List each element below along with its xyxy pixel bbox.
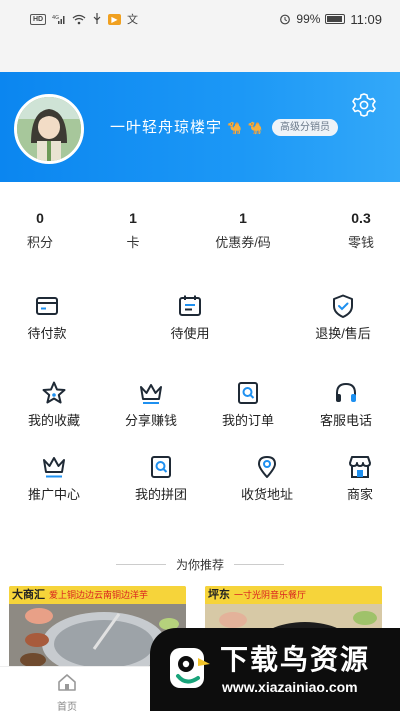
product-banner: 大商汇 爱上铜边边云南铜边洋芋 [9, 586, 186, 604]
battery-icon [325, 14, 346, 24]
stat-value: 1 [239, 210, 247, 226]
tab-home-label: 首页 [57, 702, 77, 711]
service-favorites[interactable]: 我的收藏 [9, 380, 99, 430]
status-left-icons: HD 4G ▶ 文 [30, 11, 138, 27]
watermark-title: 下载鸟资源 [220, 644, 371, 675]
grid-label: 退换/售后 [315, 326, 371, 341]
avatar[interactable] [14, 94, 84, 164]
stat-value: 0.3 [351, 210, 371, 226]
grid-label: 我的收藏 [27, 413, 80, 428]
stat-cards[interactable]: 1 卡 [113, 208, 153, 253]
watermark-url: www.xiazainiao.com [222, 679, 358, 695]
service-customer-phone[interactable]: 客服电话 [301, 380, 391, 430]
grid-label: 待使用 [170, 326, 210, 341]
order-after-sales[interactable]: 退换/售后 [298, 293, 388, 343]
bird-logo-icon [170, 648, 210, 688]
grid-label: 待付款 [27, 326, 67, 341]
stat-label: 积分 [26, 235, 53, 250]
stat-label: 卡 [126, 235, 140, 250]
grid-label: 分享赚钱 [124, 413, 177, 428]
service-promo-center[interactable]: 推广中心 [9, 454, 99, 504]
service-my-orders[interactable]: 我的订单 [203, 380, 293, 430]
stat-coupons[interactable]: 1 优惠券/码 [203, 208, 283, 253]
location-pin-icon [258, 456, 276, 478]
play-icon: ▶ [108, 13, 121, 25]
stat-value: 1 [129, 210, 137, 226]
stat-change[interactable]: 0.3 零钱 [336, 208, 386, 253]
stat-label: 优惠券/码 [215, 235, 271, 250]
divider [234, 563, 284, 565]
stat-points[interactable]: 0 积分 [20, 208, 60, 253]
star-icon [42, 381, 66, 404]
stat-value: 0 [36, 210, 44, 226]
status-bar: HD 4G ▶ 文 99% 11:09 [0, 0, 400, 38]
hd-icon: HD [30, 13, 46, 25]
grid-label: 收货地址 [240, 487, 293, 502]
shield-check-icon [333, 294, 353, 318]
divider [115, 563, 166, 565]
calendar-list-icon [179, 295, 201, 316]
settings-gear-icon[interactable] [351, 92, 377, 118]
stats-row: 0 积分 1 卡 1 优惠券/码 0.3 零钱 [0, 208, 400, 258]
product-banner: 坪东 一寸光阴音乐餐厅 [205, 586, 382, 604]
grid-label: 客服电话 [319, 413, 372, 428]
usb-icon [92, 13, 102, 25]
wallet-card-icon [36, 297, 58, 315]
service-share-earn[interactable]: 分享赚钱 [106, 380, 196, 430]
product-shop-name: 大商汇 [12, 589, 45, 601]
home-icon [58, 674, 76, 691]
service-my-group[interactable]: 我的拼团 [116, 454, 206, 504]
order-to-use[interactable]: 待使用 [145, 293, 235, 343]
user-name-text: 一叶轻舟琼楼宇 [110, 119, 223, 136]
product-subtitle: 爱上铜边边云南铜边洋芋 [49, 590, 149, 600]
crown-icon [140, 384, 162, 404]
member-level-badge: 高级分销员 [272, 119, 338, 136]
product-subtitle: 一寸光阴音乐餐厅 [234, 590, 307, 600]
top-spacer [0, 38, 400, 72]
user-name: 一叶轻舟琼楼宇 🐪 🐪 [110, 116, 263, 137]
svg-text:4G: 4G [52, 15, 59, 21]
search-order-icon [238, 382, 258, 404]
grid-label: 我的拼团 [134, 487, 187, 502]
alarm-icon [279, 13, 291, 25]
battery-percent: 99% [296, 12, 321, 26]
signal-4g-icon: 4G [52, 14, 66, 25]
recommend-header: 为你推荐 [0, 554, 400, 574]
shop-icon [349, 456, 371, 478]
headset-icon [336, 382, 356, 402]
translate-icon: 文 [127, 14, 138, 26]
recommend-title: 为你推荐 [175, 557, 224, 572]
order-pending-payment[interactable]: 待付款 [2, 293, 92, 343]
profile-header: 一叶轻舟琼楼宇 🐪 🐪 高级分销员 [0, 72, 400, 182]
tab-home[interactable]: 首页 [45, 673, 89, 711]
clock: 11:09 [350, 11, 382, 27]
grid-label: 商家 [346, 487, 373, 502]
service-address[interactable]: 收货地址 [222, 454, 312, 504]
status-right: 99% 11:09 [279, 12, 382, 27]
grid-label: 我的订单 [221, 413, 274, 428]
wifi-icon [72, 14, 86, 25]
product-shop-name: 坪东 [208, 589, 230, 601]
service-merchant[interactable]: 商家 [315, 454, 400, 504]
group-search-icon [151, 456, 171, 478]
site-watermark: 下载鸟资源 www.xiazainiao.com [150, 628, 400, 711]
stat-label: 零钱 [347, 235, 374, 250]
grid-label: 推广中心 [27, 487, 80, 502]
promo-crown-icon [43, 457, 65, 478]
camel-emoji: 🐪 🐪 [227, 121, 264, 135]
